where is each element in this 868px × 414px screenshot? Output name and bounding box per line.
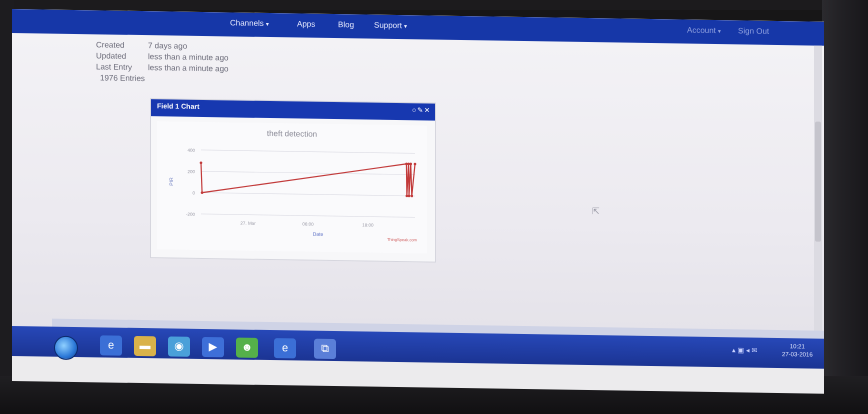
chevron-down-icon: ▾ — [265, 21, 269, 29]
gridline — [201, 213, 415, 218]
meta-entries-count: 1976 Entries — [100, 73, 145, 84]
chevron-down-icon: ▾ — [717, 29, 721, 36]
nav-blog[interactable]: Blog — [338, 20, 354, 29]
scrollbar-thumb[interactable] — [815, 121, 821, 242]
meta-last-entry-value: less than a minute ago — [148, 63, 229, 74]
channel-meta: Created 7 days ago Updated less than a min… — [96, 39, 229, 85]
gridline — [201, 171, 415, 175]
data-point — [407, 194, 411, 198]
field-chart-widget: Field 1 Chart ○✎✕ theft detection 400 200 0… — [150, 98, 436, 263]
y-axis-label: PIR — [169, 177, 175, 186]
y-tick-label: -200 — [186, 212, 196, 217]
y-tick-label: 200 — [187, 169, 195, 174]
nav-channels[interactable]: Channels ▾ — [230, 18, 269, 28]
data-point — [413, 162, 417, 166]
nav-channels-label: Channels — [230, 18, 264, 28]
x-tick-label: 18:00 — [362, 223, 374, 228]
system-tray[interactable]: ▴ ▣ ◂ ✉ — [732, 346, 757, 354]
monitor-bezel-top — [0, 0, 868, 10]
meta-entries: 1976 Entries — [96, 72, 229, 85]
windows-start-icon[interactable] — [54, 335, 78, 361]
mouse-cursor-icon: ⇱ — [592, 206, 600, 217]
chart-svg: theft detection 400 200 0 -200 PIR 27. Mar 06:0… — [169, 129, 418, 242]
comment-icon[interactable]: ○ — [412, 107, 416, 114]
nav-apps[interactable]: Apps — [297, 19, 315, 28]
nav-apps-label: Apps — [297, 19, 316, 29]
file-explorer-icon[interactable]: ▬ — [134, 335, 156, 357]
nav-support-label: Support — [374, 20, 403, 31]
x-tick-label: 27. Mar — [240, 221, 256, 226]
y-tick-label: 0 — [192, 191, 195, 196]
x-tick-label: 06:00 — [302, 222, 314, 227]
internet-explorer-icon[interactable]: e — [100, 335, 122, 356]
monitor-screen: Channels ▾ Apps Blog Support ▾ Account ▾ Si… — [12, 9, 824, 394]
meta-updated-key: Updated — [96, 51, 127, 61]
meta-last-entry-key: Last Entry — [96, 62, 133, 72]
gridline — [201, 149, 415, 154]
y-tick-label: 400 — [187, 148, 195, 153]
nav-account[interactable]: Account ▾ — [687, 26, 721, 36]
ie-running-icon[interactable]: e — [274, 338, 296, 359]
pencil-icon[interactable]: ✎ — [417, 107, 423, 114]
series-line — [200, 162, 416, 197]
gridline — [201, 192, 415, 197]
nav-account-label: Account — [687, 25, 716, 36]
nav-sign-out[interactable]: Sign Out — [738, 26, 769, 35]
window-switch-icon[interactable]: ⧉ — [314, 338, 336, 360]
widget-title: Field 1 Chart — [157, 103, 200, 111]
app-icon-green[interactable]: ☻ — [236, 337, 258, 358]
close-icon[interactable]: ✕ — [424, 107, 430, 114]
chrome-icon[interactable]: ◉ — [168, 336, 190, 357]
meta-created-key: Created — [96, 40, 125, 50]
x-axis-label: Date — [313, 232, 324, 238]
widget-tools: ○✎✕ — [411, 106, 430, 114]
chart-area: theft detection 400 200 0 -200 PIR 27. Mar 06:0… — [157, 121, 427, 254]
monitor-bezel-right — [822, 0, 868, 414]
meta-created-value: 7 days ago — [148, 41, 188, 51]
data-point — [410, 194, 414, 198]
chevron-down-icon: ▾ — [404, 24, 408, 31]
nav-sign-out-label: Sign Out — [738, 26, 770, 36]
data-point — [409, 162, 413, 166]
data-point — [200, 191, 204, 194]
nav-blog-label: Blog — [338, 20, 355, 30]
taskbar-clock[interactable]: 10:21 27-03-2016 — [782, 343, 813, 359]
nav-support[interactable]: Support ▾ — [374, 21, 407, 31]
widget-header: Field 1 Chart ○✎✕ — [151, 99, 435, 121]
chart-credit: ThingSpeak.com — [387, 237, 418, 242]
chart-title: theft detection — [267, 129, 317, 139]
clock-date: 27-03-2016 — [782, 352, 813, 359]
data-point — [199, 161, 203, 165]
media-player-icon[interactable]: ▶ — [202, 336, 224, 358]
